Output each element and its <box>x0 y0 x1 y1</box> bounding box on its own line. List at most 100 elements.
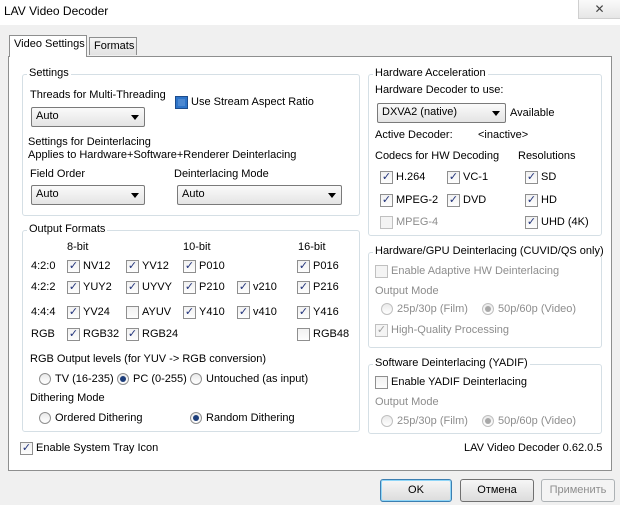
version-text: LAV Video Decoder 0.62.0.5 <box>464 442 603 454</box>
ayuv-checkbox[interactable] <box>126 306 139 319</box>
rgb48-label: RGB48 <box>313 328 350 340</box>
random-dither-radio[interactable] <box>190 412 202 424</box>
v410-label: v410 <box>253 306 277 318</box>
sw-film-radio[interactable] <box>381 415 393 427</box>
stream-aspect-checkbox[interactable] <box>175 96 188 109</box>
window-title: LAV Video Decoder <box>4 4 109 18</box>
row-444: 4:4:4 <box>31 306 56 318</box>
resolutions-label: Resolutions <box>518 150 576 162</box>
h264-checkbox[interactable]: ✓ <box>380 171 393 184</box>
field-order-dropdown[interactable]: Auto <box>31 185 145 205</box>
pc-levels-label: PC (0-255) <box>133 373 187 385</box>
chevron-down-icon <box>492 111 500 116</box>
pc-levels-radio[interactable] <box>117 373 129 385</box>
ok-button[interactable]: OK <box>380 479 452 502</box>
p216-checkbox[interactable]: ✓ <box>297 281 310 294</box>
apply-button[interactable]: Применить <box>541 479 615 502</box>
rgb-levels-label: RGB Output levels (for YUV -> RGB conver… <box>30 353 267 365</box>
adaptive-deint-checkbox[interactable] <box>375 265 388 278</box>
mpeg2-checkbox[interactable]: ✓ <box>380 194 393 207</box>
output-formats-title: Output Formats <box>27 223 108 235</box>
uyvy-checkbox[interactable]: ✓ <box>126 281 139 294</box>
yadif-label: Enable YADIF Deinterlacing <box>391 376 527 388</box>
dvd-label: DVD <box>463 194 487 206</box>
sw-deint-title: Software Deinterlacing (YADIF) <box>373 357 530 369</box>
cancel-button[interactable]: Отмена <box>460 479 534 502</box>
close-icon: ✕ <box>594 2 605 16</box>
p016-checkbox[interactable]: ✓ <box>297 260 310 273</box>
rgb48-checkbox[interactable] <box>297 328 310 341</box>
hw-video-radio[interactable] <box>482 303 494 315</box>
tv-levels-radio[interactable] <box>39 373 51 385</box>
p010-checkbox[interactable]: ✓ <box>183 260 196 273</box>
col-10bit: 10-bit <box>183 241 211 253</box>
vc1-label: VC-1 <box>463 171 489 183</box>
settings-group-title: Settings <box>27 67 71 79</box>
yv24-label: YV24 <box>83 306 110 318</box>
row-rgb: RGB <box>31 328 55 340</box>
stream-aspect-label: Use Stream Aspect Ratio <box>191 96 314 108</box>
y416-label: Y416 <box>313 306 339 318</box>
hw-video-label: 50p/60p (Video) <box>498 303 577 315</box>
codecs-label: Codecs for HW Decoding <box>375 150 500 162</box>
hw-output-mode-label: Output Mode <box>375 285 439 297</box>
hw-available-text: Available <box>510 107 555 119</box>
nv12-label: NV12 <box>83 260 111 272</box>
rgb32-checkbox[interactable]: ✓ <box>67 328 80 341</box>
ordered-dither-label: Ordered Dithering <box>55 412 143 424</box>
tv-levels-label: TV (16-235) <box>55 373 114 385</box>
sd-checkbox[interactable]: ✓ <box>525 171 538 184</box>
vc1-checkbox[interactable]: ✓ <box>447 171 460 184</box>
untouched-label: Untouched (as input) <box>206 373 309 385</box>
h264-label: H.264 <box>396 171 426 183</box>
v210-label: v210 <box>253 281 277 293</box>
close-button[interactable]: ✕ <box>578 0 620 19</box>
untouched-radio[interactable] <box>190 373 202 385</box>
mpeg4-checkbox[interactable] <box>380 216 393 229</box>
mpeg4-label: MPEG-4 <box>396 216 439 228</box>
deint-applies-text: Applies to Hardware+Software+Renderer De… <box>28 149 297 161</box>
tab-formats[interactable]: Formats <box>89 37 137 55</box>
deint-mode-dropdown[interactable]: Auto <box>177 185 342 205</box>
uhd-checkbox[interactable]: ✓ <box>525 216 538 229</box>
row-422: 4:2:2 <box>31 281 56 293</box>
deint-settings-title: Settings for Deinterlacing <box>28 136 151 148</box>
col-8bit: 8-bit <box>67 241 89 253</box>
y410-checkbox[interactable]: ✓ <box>183 306 196 319</box>
sw-film-label: 25p/30p (Film) <box>397 415 468 427</box>
sw-video-label: 50p/60p (Video) <box>498 415 577 427</box>
tray-icon-checkbox[interactable]: ✓ <box>20 442 33 455</box>
hw-decoder-dropdown[interactable]: DXVA2 (native) <box>377 103 506 123</box>
yv24-checkbox[interactable]: ✓ <box>67 306 80 319</box>
hd-checkbox[interactable]: ✓ <box>525 194 538 207</box>
rgb32-label: RGB32 <box>83 328 120 340</box>
hw-film-radio[interactable] <box>381 303 393 315</box>
mpeg2-label: MPEG-2 <box>396 194 439 206</box>
yadif-checkbox[interactable] <box>375 376 388 389</box>
p210-checkbox[interactable]: ✓ <box>183 281 196 294</box>
tab-video-settings[interactable]: Video Settings <box>9 35 87 57</box>
chevron-down-icon <box>131 193 139 198</box>
rgb24-checkbox[interactable]: ✓ <box>126 328 139 341</box>
ordered-dither-radio[interactable] <box>39 412 51 424</box>
dvd-checkbox[interactable]: ✓ <box>447 194 460 207</box>
v210-checkbox[interactable]: ✓ <box>237 281 250 294</box>
sw-video-radio[interactable] <box>482 415 494 427</box>
y416-checkbox[interactable]: ✓ <box>297 306 310 319</box>
tray-icon-label: Enable System Tray Icon <box>36 442 159 454</box>
random-dither-label: Random Dithering <box>206 412 295 424</box>
yv12-checkbox[interactable]: ✓ <box>126 260 139 273</box>
hq-processing-checkbox[interactable]: ✓ <box>375 324 388 337</box>
uyvy-label: UYVY <box>142 281 172 293</box>
active-decoder-label: Active Decoder: <box>375 129 453 141</box>
threads-dropdown[interactable]: Auto <box>31 107 145 127</box>
hq-processing-label: High-Quality Processing <box>391 324 509 336</box>
yuy2-checkbox[interactable]: ✓ <box>67 281 80 294</box>
ayuv-label: AYUV <box>142 306 172 318</box>
p016-label: P016 <box>313 260 339 272</box>
v410-checkbox[interactable]: ✓ <box>237 306 250 319</box>
dither-mode-label: Dithering Mode <box>30 392 105 404</box>
y410-label: Y410 <box>199 306 225 318</box>
nv12-checkbox[interactable]: ✓ <box>67 260 80 273</box>
chevron-down-icon <box>328 193 336 198</box>
